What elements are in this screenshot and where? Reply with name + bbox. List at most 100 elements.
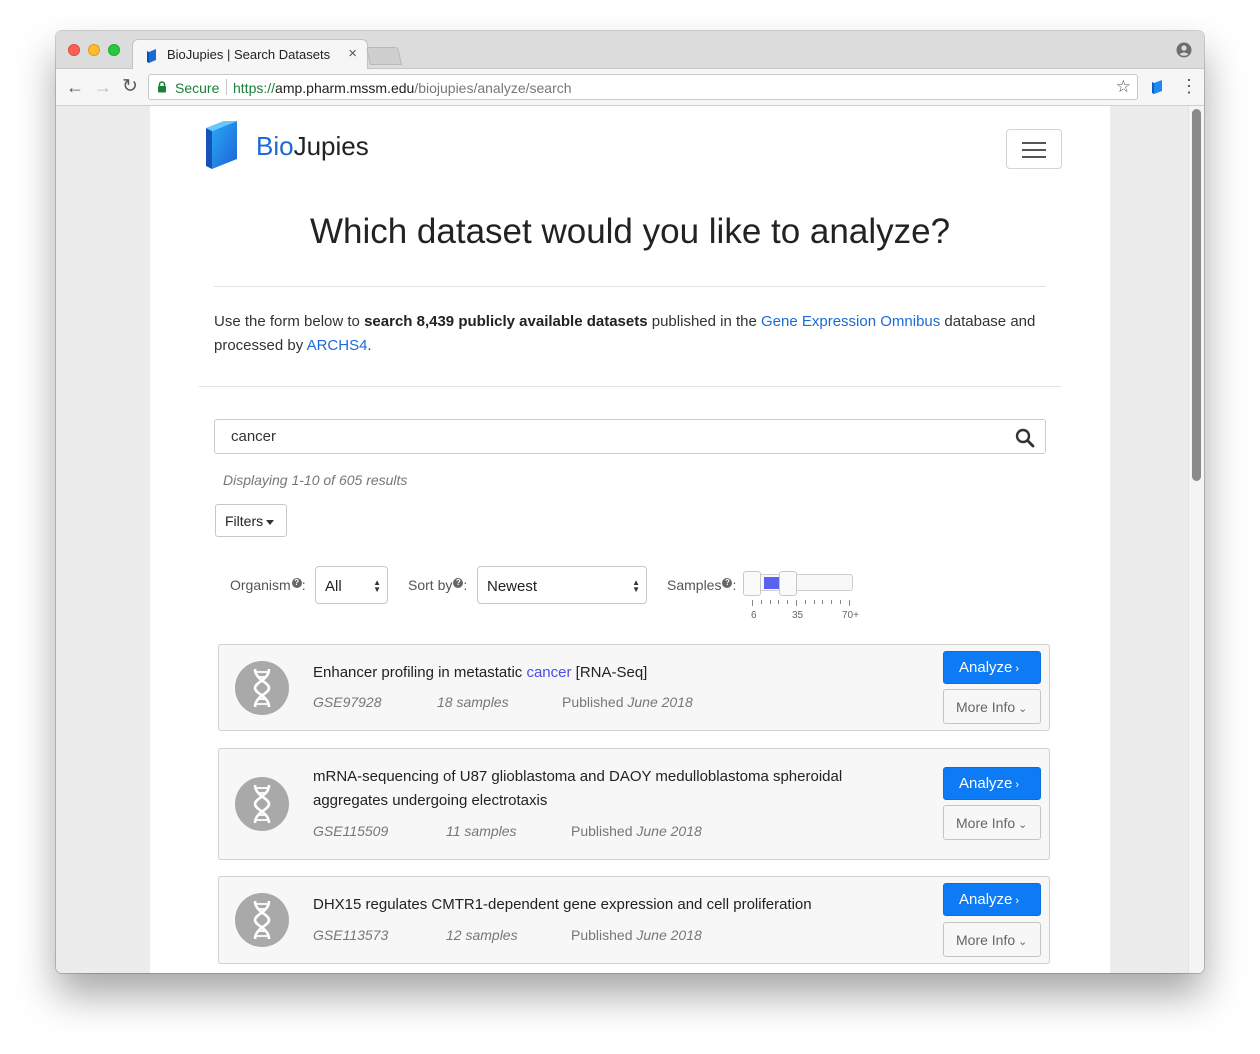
archs4-link[interactable]: ARCHS4 <box>307 337 368 354</box>
slider-ticks <box>752 600 852 606</box>
url-path: /biojupies/analyze/search <box>414 80 572 96</box>
dataset-title[interactable]: DHX15 regulates CMTR1-dependent gene exp… <box>313 893 893 917</box>
tab-close-icon[interactable]: × <box>348 45 357 62</box>
analyze-button[interactable]: Analyze › <box>943 651 1041 684</box>
label-colon: : <box>732 577 737 593</box>
published-date: June 2018 <box>636 927 702 943</box>
dataset-title[interactable]: Enhancer profiling in metastatic cancer … <box>313 661 893 685</box>
tab-title: BioJupies | Search Datasets <box>167 47 331 62</box>
dataset-avatar <box>235 661 289 715</box>
help-icon[interactable]: ? <box>722 578 733 588</box>
scrollbar-thumb[interactable] <box>1192 109 1201 481</box>
dataset-samples: 18 samples <box>437 694 509 710</box>
profile-icon[interactable] <box>1176 42 1192 58</box>
samples-range-slider[interactable] <box>743 571 853 596</box>
dataset-title[interactable]: mRNA-sequencing of U87 glioblastoma and … <box>313 765 893 813</box>
brand-name: BioJupies <box>256 131 369 162</box>
geo-link[interactable]: Gene Expression Omnibus <box>761 313 940 330</box>
dataset-title-text: DHX15 regulates CMTR1-dependent gene exp… <box>313 896 812 913</box>
more-info-button[interactable]: More Info ⌄ <box>943 805 1041 840</box>
slider-tick <box>813 600 815 604</box>
zoom-window-button[interactable] <box>108 44 120 56</box>
more-info-label: More Info <box>956 932 1016 948</box>
dataset-accession: GSE97928 <box>313 694 382 710</box>
sort-by-label: Sort by?: <box>408 577 467 593</box>
tab-strip: BioJupies | Search Datasets × <box>56 31 1204 70</box>
tab-biojupies[interactable]: BioJupies | Search Datasets × <box>132 39 368 70</box>
dataset-accession-text: GSE113573 <box>313 927 389 943</box>
slider-min-handle[interactable] <box>743 571 761 596</box>
browser-toolbar: ← → ↻ Secure https://amp.pharm.mssm.edu/… <box>56 69 1204 106</box>
brand[interactable]: BioJupies <box>204 118 369 176</box>
close-window-button[interactable] <box>68 44 80 56</box>
analyze-button[interactable]: Analyze › <box>943 767 1041 800</box>
slider-mid-label: 35 <box>792 610 804 621</box>
url-host: amp.pharm.mssm.edu <box>275 80 415 96</box>
chevron-right-icon: › <box>1015 663 1020 675</box>
search-box[interactable] <box>214 419 1046 454</box>
filters-label: Filters <box>225 513 264 529</box>
slider-tick <box>831 600 833 604</box>
filters-dropdown-button[interactable]: Filters <box>215 504 287 537</box>
more-info-button[interactable]: More Info ⌄ <box>943 689 1041 724</box>
url-separator <box>226 79 227 95</box>
dataset-samples-text: 18 samples <box>437 694 509 710</box>
hamburger-bar <box>1022 142 1046 144</box>
help-icon[interactable]: ? <box>291 578 302 588</box>
organism-select[interactable]: All ▲ ▼ <box>315 566 388 604</box>
search-input[interactable] <box>215 420 1005 453</box>
url-text[interactable]: https://amp.pharm.mssm.edu/biojupies/ana… <box>233 80 572 96</box>
divider <box>199 386 1061 387</box>
chevron-down-icon: ⌄ <box>1018 703 1028 715</box>
dataset-samples-text: 12 samples <box>446 927 518 943</box>
bookmark-star-icon[interactable]: ☆ <box>1116 77 1131 97</box>
more-info-button[interactable]: More Info ⌄ <box>943 922 1041 957</box>
organism-select-value: All <box>325 578 342 595</box>
select-arrows-icon: ▲ ▼ <box>632 578 640 594</box>
new-tab-button[interactable] <box>366 47 402 65</box>
dna-icon <box>253 668 271 708</box>
slider-max-handle[interactable] <box>779 571 797 596</box>
back-arrow-icon[interactable]: ← <box>66 78 84 96</box>
book-logo-icon <box>206 118 237 169</box>
dataset-card: Enhancer profiling in metastatic cancer … <box>218 644 1050 731</box>
reload-icon[interactable]: ↻ <box>122 77 138 96</box>
biojupies-extension-icon[interactable] <box>1152 80 1164 95</box>
page-scrollbar[interactable] <box>1188 106 1204 973</box>
dataset-accession-text: GSE115509 <box>313 823 389 839</box>
slider-tick <box>822 600 824 604</box>
more-info-label: More Info <box>956 699 1016 715</box>
slider-tick <box>804 600 806 604</box>
forward-arrow-icon[interactable]: → <box>94 78 112 96</box>
analyze-label: Analyze <box>959 775 1013 792</box>
results-count: Displaying 1-10 of 605 results <box>223 472 408 488</box>
sort-select[interactable]: Newest ▲ ▼ <box>477 566 647 604</box>
dataset-samples: 12 samples <box>446 927 518 943</box>
slider-max-label: 70+ <box>842 610 859 621</box>
page-content: BioJupies Which dataset would you like t… <box>150 106 1110 973</box>
slider-tick <box>752 600 753 606</box>
sort-select-value: Newest <box>487 578 538 595</box>
address-bar[interactable]: Secure https://amp.pharm.mssm.edu/biojup… <box>148 74 1138 100</box>
dataset-card: mRNA-sequencing of U87 glioblastoma and … <box>218 748 1050 860</box>
caret-down-icon <box>266 519 275 525</box>
slider-tick <box>778 600 780 604</box>
published-date: June 2018 <box>636 823 702 839</box>
published-label: Published <box>571 927 637 943</box>
browser-menu-icon[interactable]: ⋮ <box>1180 77 1198 95</box>
analyze-button[interactable]: Analyze › <box>943 883 1041 916</box>
slider-tick <box>760 600 762 604</box>
chevron-right-icon: › <box>1015 895 1020 907</box>
dataset-card: DHX15 regulates CMTR1-dependent gene exp… <box>218 876 1050 964</box>
slider-tick <box>840 600 841 604</box>
published-label: Published <box>571 823 637 839</box>
minimize-window-button[interactable] <box>88 44 100 56</box>
search-icon[interactable] <box>1015 428 1035 448</box>
slider-tick <box>769 600 771 604</box>
biojupies-favicon-icon <box>147 49 156 63</box>
help-icon[interactable]: ? <box>453 578 464 588</box>
page-title: Which dataset would you like to analyze? <box>309 212 951 251</box>
page-viewport: BioJupies Which dataset would you like t… <box>56 106 1204 973</box>
hamburger-menu-button[interactable] <box>1006 129 1062 169</box>
dataset-accession: GSE115509 <box>313 823 388 839</box>
